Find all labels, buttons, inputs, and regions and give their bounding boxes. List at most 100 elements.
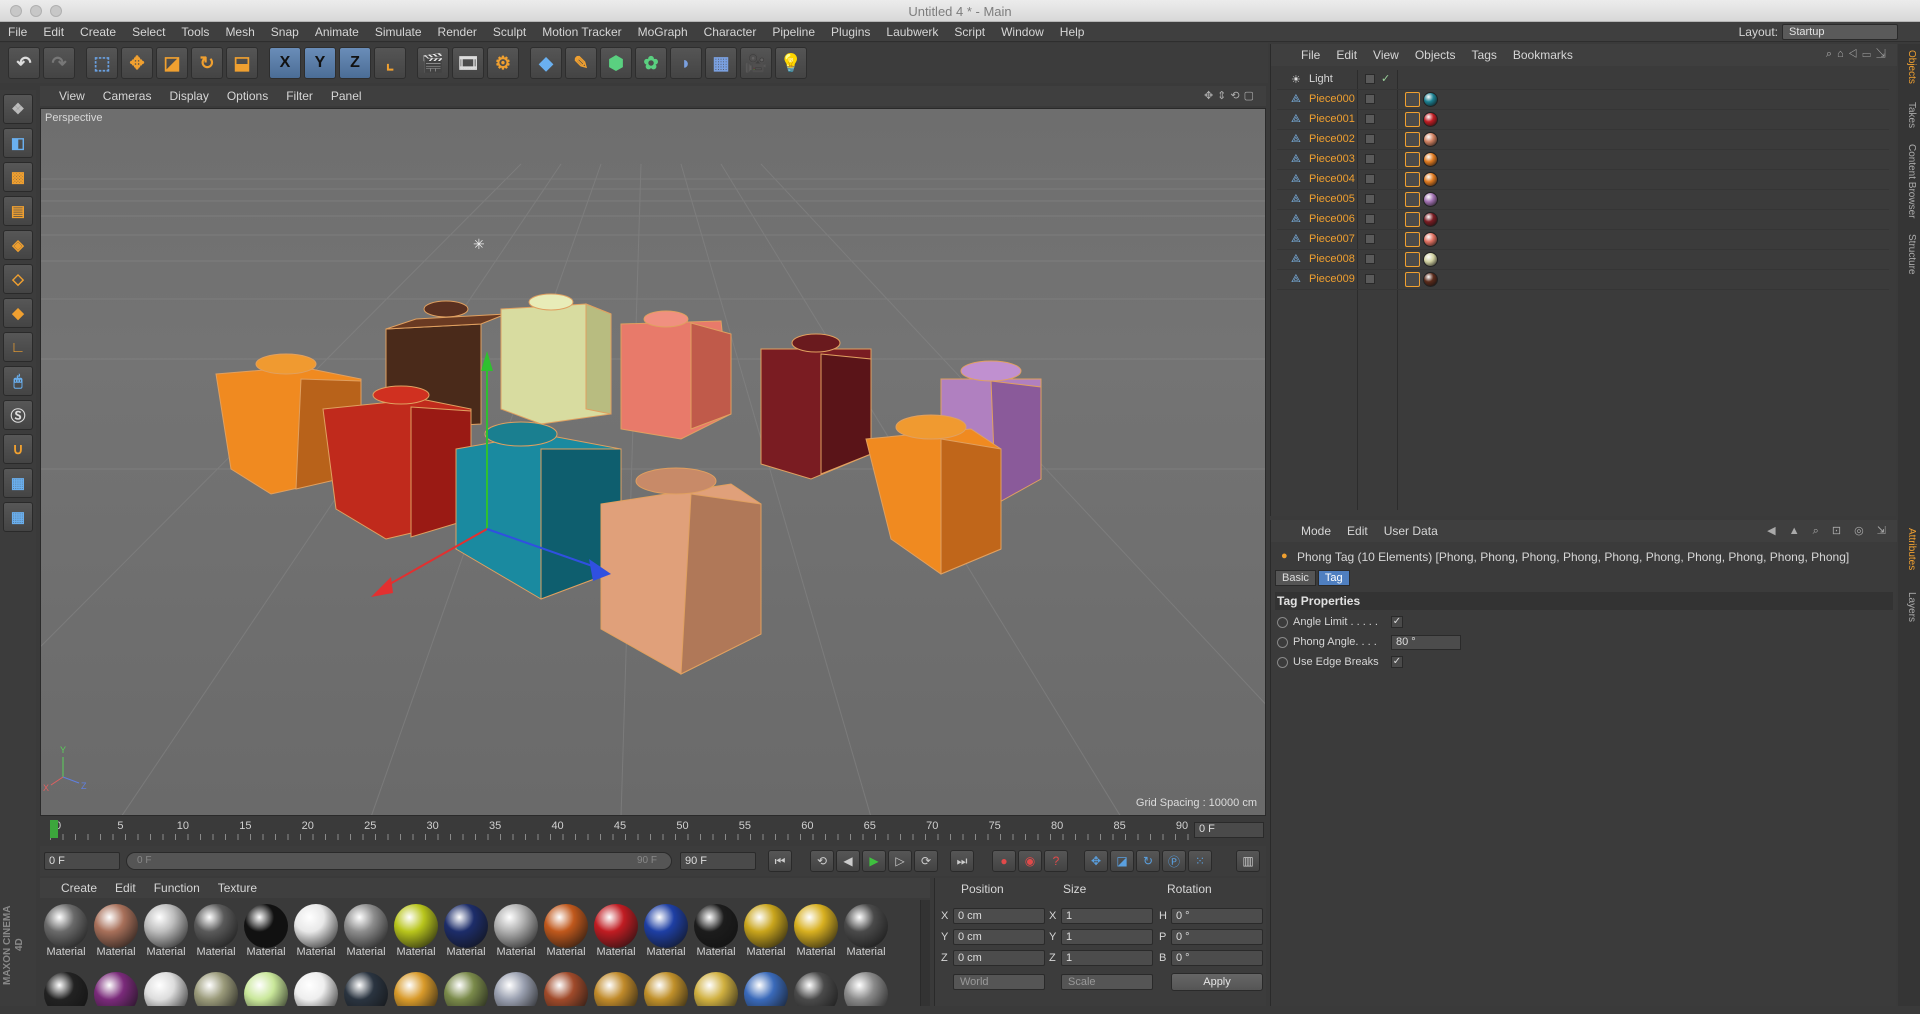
preview-range-slider[interactable]: 0 F 90 F [126, 852, 672, 870]
redo-button[interactable]: ↷ [43, 47, 75, 79]
material-swatch[interactable] [392, 970, 440, 1010]
object-name[interactable]: Piece008 [1309, 253, 1355, 265]
menu-mograph[interactable]: MoGraph [630, 25, 696, 39]
object-row[interactable]: ⟁ Piece009 [1277, 270, 1889, 290]
layer-visibility-toggle[interactable] [1365, 234, 1375, 244]
next-frame-button[interactable]: ▷ [888, 850, 912, 872]
menu-character[interactable]: Character [696, 25, 765, 39]
timeline-marks[interactable]: 0 5 10 15 20 25 30 35 40 45 50 55 60 65 70 75 80 85 90 [50, 818, 1190, 842]
material-tag-icon[interactable] [1423, 192, 1438, 207]
use-edge-breaks-checkbox[interactable]: ✓ [1391, 656, 1403, 668]
viewport-menu-filter[interactable]: Filter [277, 89, 322, 103]
object-row[interactable]: ⟁ Piece002 [1277, 130, 1889, 150]
angle-limit-animate-radio[interactable] [1277, 617, 1288, 628]
3d-viewport[interactable]: ✳ Y X Z Perspective Grid Spacing : 10000… [40, 108, 1266, 816]
camera-object-icon[interactable]: 🎥 [740, 47, 772, 79]
object-row[interactable]: ⟁ Piece005 [1277, 190, 1889, 210]
material-swatch[interactable] [792, 970, 840, 1010]
material-swatch[interactable]: Material [42, 902, 90, 960]
material-tag-icon[interactable] [1423, 172, 1438, 187]
coords-rotation-b-field[interactable]: 0 ° [1171, 950, 1263, 966]
texture-mode-icon[interactable]: ▩ [3, 162, 33, 192]
viewport-menu-view[interactable]: View [50, 89, 94, 103]
material-swatch[interactable]: Material [292, 902, 340, 960]
object-name[interactable]: Piece000 [1309, 93, 1355, 105]
cloner-icon[interactable]: ✿ [635, 47, 667, 79]
menu-tools[interactable]: Tools [173, 25, 217, 39]
make-editable-icon[interactable]: ❖ [3, 94, 33, 124]
key-parameter-button[interactable]: Ⓟ [1162, 850, 1186, 872]
enabled-check-icon[interactable]: ✓ [1381, 72, 1390, 85]
scale-tool-icon[interactable]: ◪ [156, 47, 188, 79]
tweak-mode-icon[interactable]: 🖱 [3, 366, 33, 396]
material-swatch[interactable] [842, 970, 890, 1010]
phong-tag-icon[interactable] [1405, 172, 1420, 187]
material-swatch[interactable]: Material [642, 902, 690, 960]
menu-motion-tracker[interactable]: Motion Tracker [534, 25, 629, 39]
menu-simulate[interactable]: Simulate [367, 25, 430, 39]
object-menu-bookmarks[interactable]: Bookmarks [1505, 48, 1581, 62]
go-to-previous-key-button[interactable]: ⟲ [810, 850, 834, 872]
object-row[interactable]: ⟁ Piece001 [1277, 110, 1889, 130]
x-axis-lock-button[interactable]: X [269, 47, 301, 79]
material-tag-icon[interactable] [1423, 152, 1438, 167]
menu-snap[interactable]: Snap [263, 25, 307, 39]
side-tab-takes[interactable]: Takes [1901, 102, 1917, 128]
object-menu-file[interactable]: File [1293, 48, 1328, 62]
object-name[interactable]: Piece009 [1309, 273, 1355, 285]
viewport-menu-display[interactable]: Display [160, 89, 217, 103]
cube-object-icon[interactable]: ◆ [530, 47, 562, 79]
use-edge-breaks-animate-radio[interactable] [1277, 657, 1288, 668]
layer-visibility-toggle[interactable] [1365, 194, 1375, 204]
material-swatch[interactable]: Material [492, 902, 540, 960]
coords-size-y-field[interactable]: 1 [1061, 929, 1153, 945]
menu-mesh[interactable]: Mesh [217, 25, 262, 39]
coords-size-x-field[interactable]: 1 [1061, 908, 1153, 924]
key-pla-button[interactable]: ⁙ [1188, 850, 1212, 872]
previous-frame-button[interactable]: ◀ [836, 850, 860, 872]
layer-visibility-toggle[interactable] [1365, 174, 1375, 184]
layout-select[interactable]: Startup [1782, 24, 1898, 40]
side-tab-layers[interactable]: Layers [1901, 592, 1917, 622]
max-frame-field[interactable]: 90 F [680, 852, 756, 870]
material-swatch[interactable] [442, 970, 490, 1010]
object-menu-objects[interactable]: Objects [1407, 48, 1464, 62]
key-scale-button[interactable]: ◪ [1110, 850, 1134, 872]
go-to-end-button[interactable]: ⏭ [950, 850, 974, 872]
material-swatch[interactable] [242, 970, 290, 1010]
material-swatch[interactable]: Material [392, 902, 440, 960]
material-swatch[interactable]: Material [342, 902, 390, 960]
snapping-icon[interactable]: ∪ [3, 434, 33, 464]
subdivision-surface-icon[interactable]: ⬢ [600, 47, 632, 79]
layer-visibility-toggle[interactable] [1365, 94, 1375, 104]
material-tag-icon[interactable] [1423, 132, 1438, 147]
model-mode-icon[interactable]: ◧ [3, 128, 33, 158]
material-swatch[interactable] [742, 970, 790, 1010]
material-scrollbar[interactable] [920, 900, 930, 1010]
key-rotation-button[interactable]: ↻ [1136, 850, 1160, 872]
object-name[interactable]: Piece006 [1309, 213, 1355, 225]
menu-window[interactable]: Window [993, 25, 1052, 39]
attribute-menu-edit[interactable]: Edit [1339, 524, 1376, 538]
solo-mode-icon[interactable]: Ⓢ [3, 400, 33, 430]
polygons-mode-icon[interactable]: ◆ [3, 298, 33, 328]
undo-button[interactable]: ↶ [8, 47, 40, 79]
go-to-start-button[interactable]: ⏮ [768, 850, 792, 872]
object-name[interactable]: Piece001 [1309, 113, 1355, 125]
material-swatch[interactable]: Material [242, 902, 290, 960]
material-menu-function[interactable]: Function [145, 881, 209, 895]
material-swatch[interactable] [42, 970, 90, 1010]
pen-spline-icon[interactable]: ✎ [565, 47, 597, 79]
object-name[interactable]: Piece002 [1309, 133, 1355, 145]
material-tag-icon[interactable] [1423, 112, 1438, 127]
material-swatch[interactable] [642, 970, 690, 1010]
material-swatch[interactable]: Material [542, 902, 590, 960]
material-swatch[interactable] [592, 970, 640, 1010]
phong-tag-icon[interactable] [1405, 192, 1420, 207]
menu-plugins[interactable]: Plugins [823, 25, 878, 39]
viewport-menu-cameras[interactable]: Cameras [94, 89, 161, 103]
render-picture-viewer-icon[interactable]: 🎞 [452, 47, 484, 79]
material-tag-icon[interactable] [1423, 252, 1438, 267]
material-tag-icon[interactable] [1423, 272, 1438, 287]
key-position-button[interactable]: ✥ [1084, 850, 1108, 872]
